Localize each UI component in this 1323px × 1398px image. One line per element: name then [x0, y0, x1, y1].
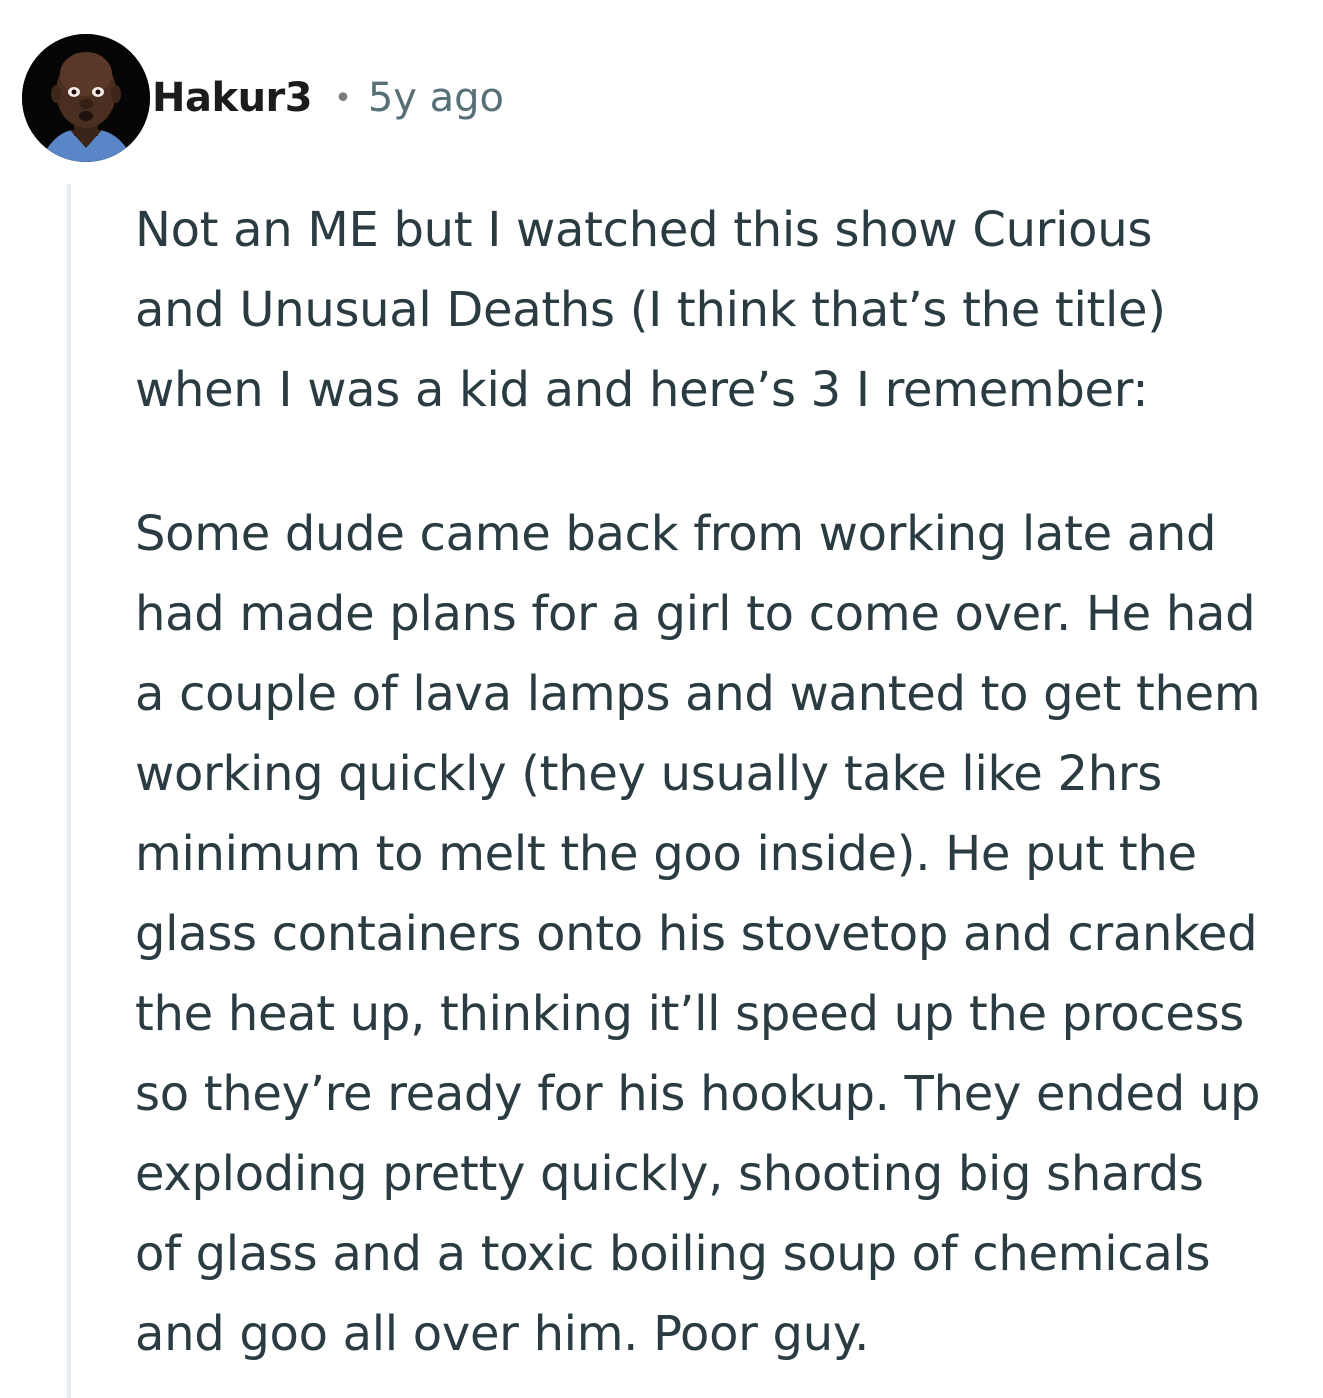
- comment-header: Hakur3 • 5y ago: [22, 34, 504, 162]
- meta-separator: •: [334, 80, 352, 116]
- comment-body: Not an ME but I watched this show Curiou…: [135, 190, 1315, 1374]
- avatar-image: [22, 34, 150, 162]
- thread-collapse-line[interactable]: [67, 184, 71, 1398]
- avatar[interactable]: [22, 34, 150, 162]
- comment-paragraph: Not an ME but I watched this show Curiou…: [135, 202, 1166, 418]
- username[interactable]: Hakur3: [152, 75, 313, 121]
- timestamp[interactable]: 5y ago: [368, 75, 504, 121]
- comment: Hakur3 • 5y ago Not an ME but I watched …: [0, 0, 1323, 1398]
- comment-paragraph: Some dude came back from working late an…: [135, 506, 1261, 1362]
